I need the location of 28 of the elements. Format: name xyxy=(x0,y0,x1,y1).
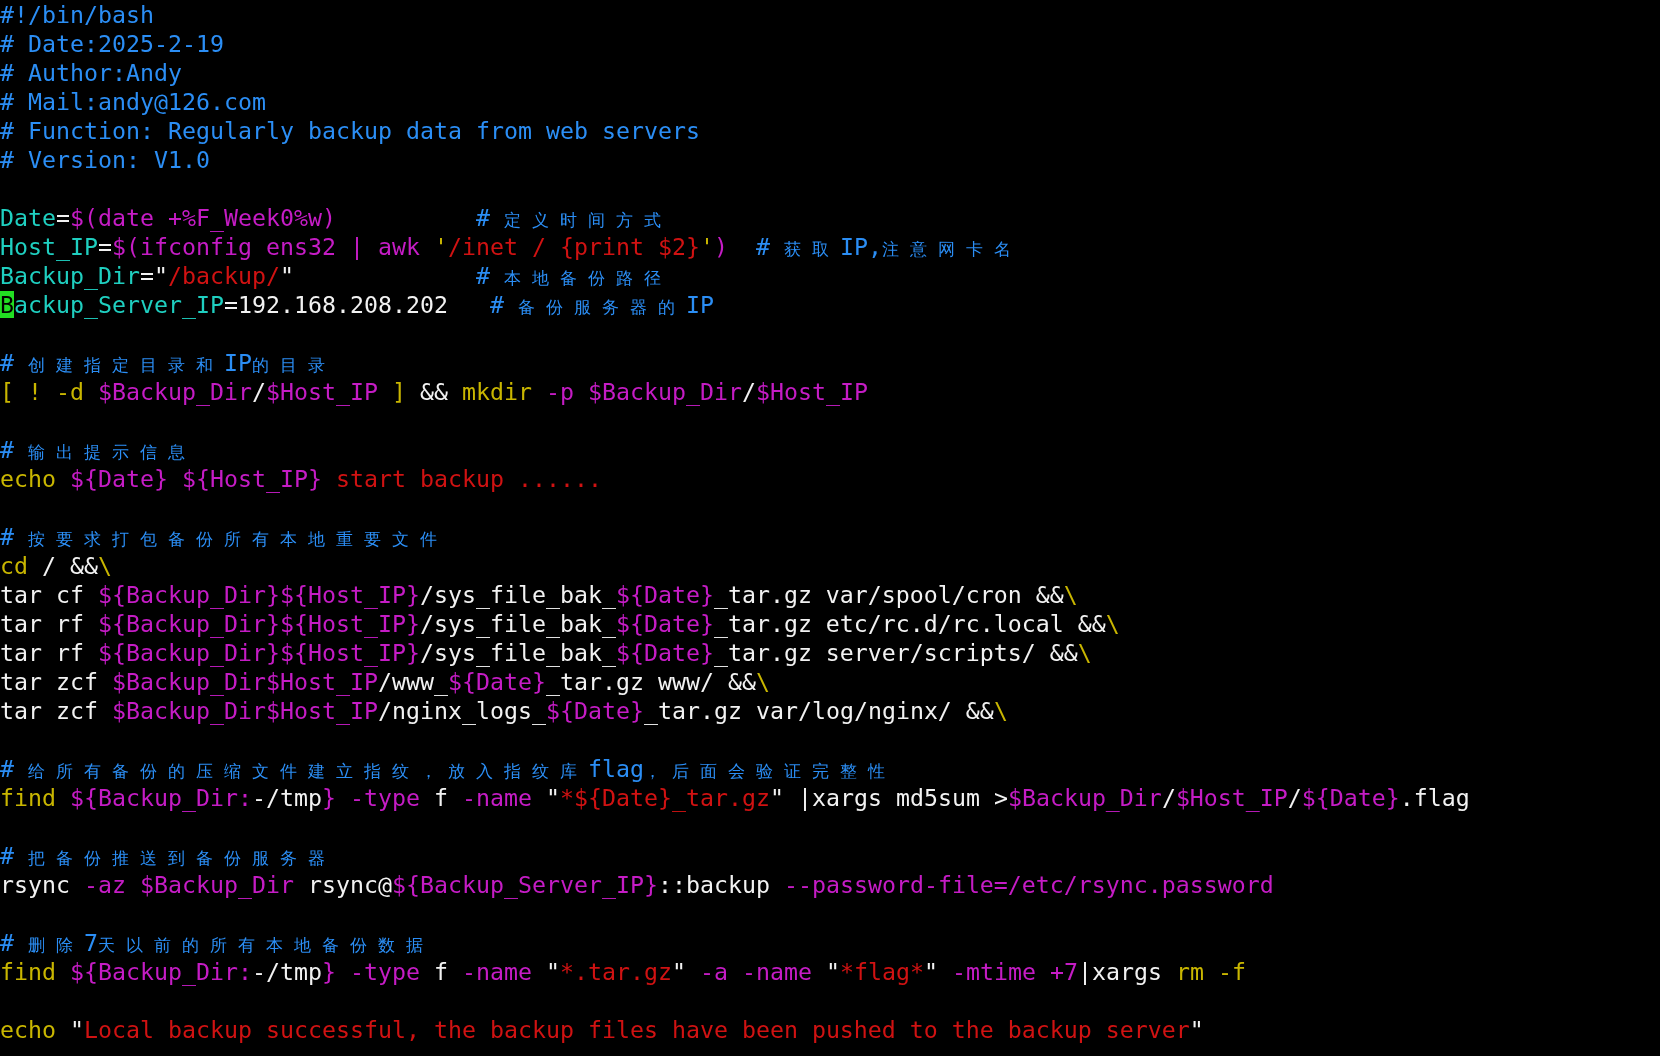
comment-line: # 输出提示信息 xyxy=(0,435,196,464)
comment-line: # Date:2025-2-19 xyxy=(0,29,224,58)
code-line: find ${Backup_Dir:-/tmp} -type f -name "*.tar.gz" -a -name "*flag*" -mtime +7|xargs rm -f xyxy=(0,957,1246,986)
comment-line: #!/bin/bash xyxy=(0,0,154,29)
code-line: [ ! -d $Backup_Dir/$Host_IP ] && mkdir -p $Backup_Dir/$Host_IP xyxy=(0,377,868,406)
code-line: Backup_Server_IP=192.168.208.202 # 备份服务器的 IP xyxy=(0,290,714,319)
comment-line: # Author:Andy xyxy=(0,58,182,87)
code-line: rsync -az $Backup_Dir rsync@${Backup_Server_IP}::backup --password-file=/etc/rsync.password xyxy=(0,870,1274,899)
comment-line: # Mail:andy@126.com xyxy=(0,87,266,116)
code-line: tar zcf $Backup_Dir$Host_IP/www_${Date}_tar.gz www/ &&\ xyxy=(0,667,770,696)
comment-line: # 把备份推送到备份服务器 xyxy=(0,841,336,870)
comment-line: # Function: Regularly backup data from web servers xyxy=(0,116,700,145)
code-line: tar zcf $Backup_Dir$Host_IP/nginx_logs_${Date}_tar.gz var/log/nginx/ &&\ xyxy=(0,696,1008,725)
code-line: tar cf ${Backup_Dir}${Host_IP}/sys_file_bak_${Date}_tar.gz var/spool/cron &&\ xyxy=(0,580,1078,609)
comment-line: # Version: V1.0 xyxy=(0,145,210,174)
comment-line: # 删除 7天以前的所有本地备份数据 xyxy=(0,928,434,957)
code-line: cd / &&\ xyxy=(0,551,112,580)
comment-line: # 按要求打包备份所有本地重要文件 xyxy=(0,522,448,551)
code-line: echo ${Date} ${Host_IP} start backup ...... xyxy=(0,464,602,493)
code-line: find ${Backup_Dir:-/tmp} -type f -name "*${Date}_tar.gz" |xargs md5sum >$Backup_Dir/$Host_IP/${Date}.flag xyxy=(0,783,1470,812)
comment-line: # 给所有备份的压缩文件建立指纹，放入指纹库 flag，后面会验证完整性 xyxy=(0,754,896,783)
code-line: tar rf ${Backup_Dir}${Host_IP}/sys_file_bak_${Date}_tar.gz etc/rc.d/rc.local &&\ xyxy=(0,609,1120,638)
code-line: Backup_Dir="/backup/" # 本地备份路径 xyxy=(0,261,672,290)
code-line: tar rf ${Backup_Dir}${Host_IP}/sys_file_bak_${Date}_tar.gz server/scripts/ &&\ xyxy=(0,638,1092,667)
code-line: echo "Local backup successful, the backup files have been pushed to the backup server" xyxy=(0,1015,1204,1044)
code-line: Host_IP=$(ifconfig ens32 | awk '/inet / {print $2}') # 获取 IP,注意网卡名 xyxy=(0,232,1022,261)
code-line: Date=$(date +%F_Week0%w) # 定义时间方式 xyxy=(0,203,672,232)
comment-line: # 创建指定目录和 IP的目录 xyxy=(0,348,336,377)
